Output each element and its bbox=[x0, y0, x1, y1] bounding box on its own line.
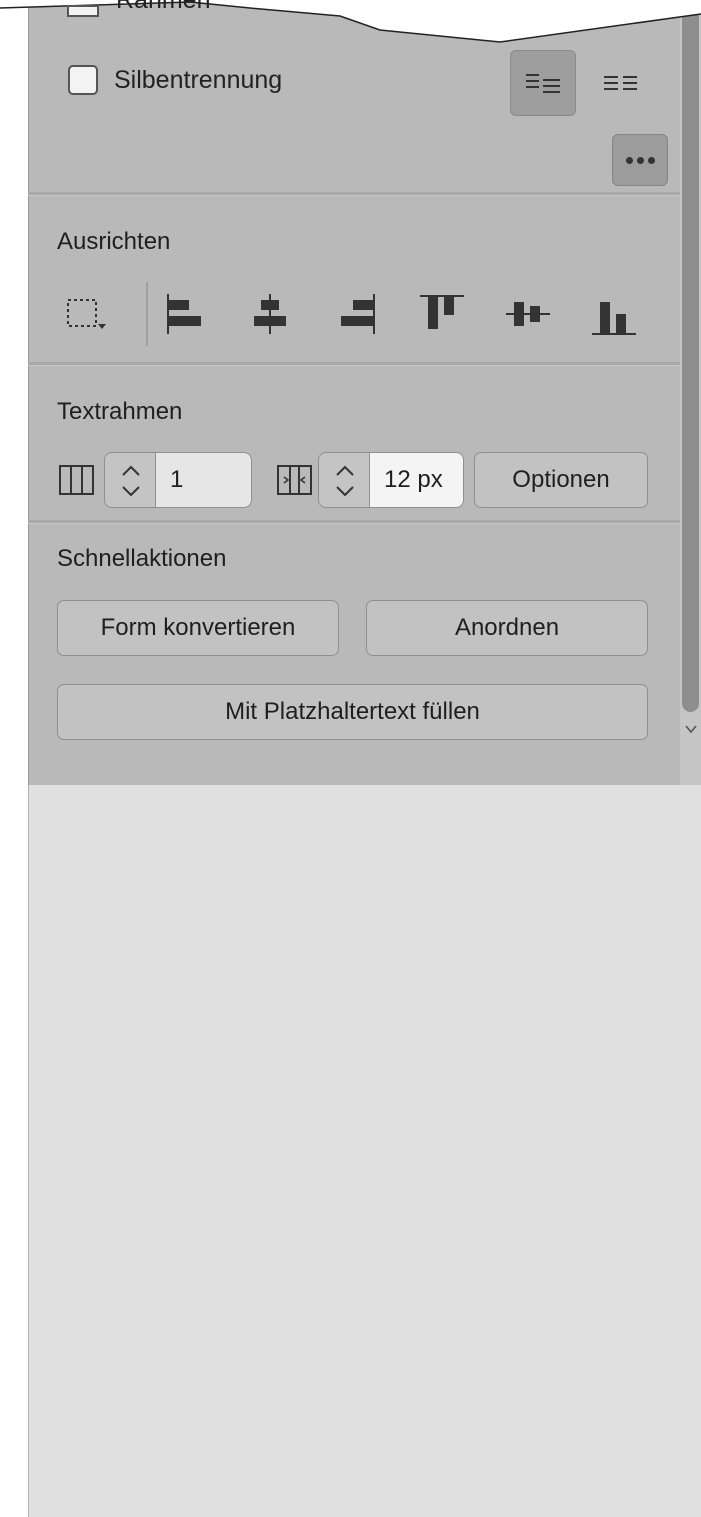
scroll-down-arrow-icon[interactable] bbox=[684, 722, 698, 736]
hyphenation-checkbox[interactable] bbox=[68, 65, 98, 95]
gutter-icon bbox=[277, 465, 312, 495]
more-options-icon bbox=[625, 156, 633, 164]
section-divider bbox=[28, 520, 680, 524]
columns-stepper[interactable] bbox=[104, 452, 156, 508]
columns-icon bbox=[59, 465, 94, 495]
gutter-stepper[interactable] bbox=[318, 452, 370, 508]
convert-shape-button[interactable]: Form konvertieren bbox=[57, 600, 339, 656]
more-options-button[interactable] bbox=[612, 134, 668, 186]
more-options-dot bbox=[647, 156, 655, 164]
text-align-left-button[interactable] bbox=[510, 50, 576, 116]
text-align-left-icon bbox=[526, 74, 560, 93]
text-justify-icon bbox=[604, 76, 637, 90]
partial-checkbox-label: Rahmen bbox=[116, 0, 236, 12]
align-right-edges-icon[interactable] bbox=[332, 288, 380, 340]
empty-background bbox=[28, 785, 701, 1517]
columns-input[interactable]: 1 bbox=[156, 452, 252, 508]
scrollbar-track[interactable] bbox=[680, 0, 701, 785]
scrollbar-thumb[interactable] bbox=[682, 0, 699, 712]
text-frame-section-title: Textrahmen bbox=[57, 398, 183, 425]
section-divider bbox=[28, 192, 680, 196]
properties-panel bbox=[28, 0, 680, 785]
fill-placeholder-text-button[interactable]: Mit Platzhaltertext füllen bbox=[57, 684, 648, 740]
text-justify-button[interactable] bbox=[588, 50, 654, 116]
align-bottom-edges-icon[interactable] bbox=[590, 288, 638, 340]
torn-edge bbox=[0, 0, 701, 43]
gutter-input[interactable]: 12 px bbox=[370, 452, 464, 508]
align-section-title: Ausrichten bbox=[57, 228, 171, 255]
align-top-edges-icon[interactable] bbox=[418, 288, 466, 340]
options-button[interactable]: Optionen bbox=[474, 452, 648, 508]
align-horizontal-centers-icon[interactable] bbox=[246, 288, 294, 340]
section-divider bbox=[28, 362, 680, 366]
hyphenation-checkbox-row[interactable]: Silbentrennung bbox=[68, 60, 282, 100]
hyphenation-label: Silbentrennung bbox=[114, 65, 283, 94]
align-separator bbox=[146, 282, 148, 346]
align-vertical-centers-icon[interactable] bbox=[504, 288, 552, 340]
stepper-arrows-icon bbox=[122, 465, 140, 497]
quick-actions-section-title: Schnellaktionen bbox=[57, 545, 227, 572]
align-left-edges-icon[interactable] bbox=[162, 288, 210, 340]
stepper-arrows-icon bbox=[336, 465, 354, 497]
arrange-button[interactable]: Anordnen bbox=[366, 600, 648, 656]
more-options-dot bbox=[636, 156, 644, 164]
align-to-selection-icon[interactable] bbox=[64, 288, 112, 340]
